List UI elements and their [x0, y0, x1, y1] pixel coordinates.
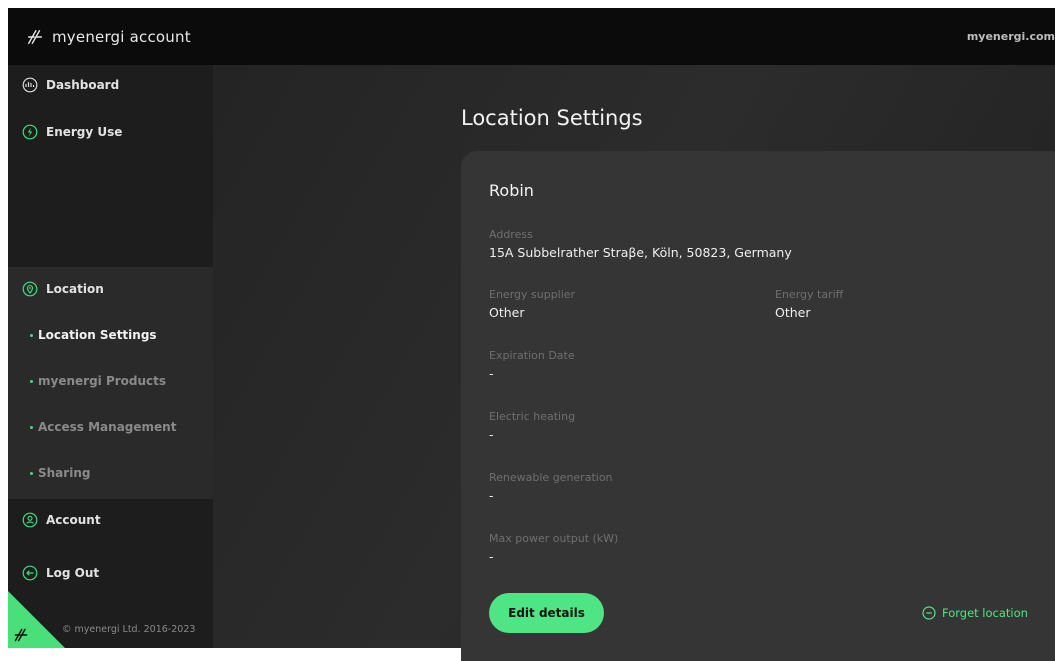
forget-location-label: Forget location — [942, 606, 1028, 620]
sidebar-item-log-out[interactable]: Log Out — [8, 565, 213, 581]
sidebar-item-label: Dashboard — [46, 78, 120, 92]
electric-heating-label: Electric heating — [489, 410, 576, 423]
forget-location-button[interactable]: Forget location — [922, 606, 1028, 620]
bullet-dot — [30, 379, 33, 383]
myenergi-logo-icon — [14, 628, 28, 642]
lightning-icon — [22, 124, 38, 140]
bullet-dot — [30, 333, 33, 337]
sidebar-subitem-myenergi-products[interactable]: myenergi Products — [30, 374, 166, 388]
sidebar-item-label: Log Out — [46, 566, 100, 580]
bullet-dot — [30, 425, 33, 429]
sidebar-item-label: Location — [46, 282, 104, 296]
copyright-text: © myenergi Ltd. 2016-2023 — [62, 624, 196, 635]
main-content: Location Settings Robin Address 15A Subb… — [213, 65, 1055, 661]
sidebar: Dashboard Energy Use Location Location S… — [8, 65, 213, 648]
sidebar-subitem-sharing[interactable]: Sharing — [30, 466, 90, 480]
location-section: Location Location Settings myenergi Prod… — [8, 267, 213, 499]
energy-tariff-value: Other — [775, 305, 811, 320]
sidebar-item-dashboard[interactable]: Dashboard — [8, 77, 213, 93]
renewable-generation-label: Renewable generation — [489, 471, 613, 484]
energy-supplier-value: Other — [489, 305, 525, 320]
energy-supplier-label: Energy supplier — [489, 288, 576, 301]
sidebar-item-location[interactable]: Location — [8, 281, 213, 297]
sidebar-subitem-location-settings[interactable]: Location Settings — [30, 328, 157, 342]
sidebar-subitem-label: myenergi Products — [38, 374, 167, 388]
expiration-date-value: - — [489, 366, 494, 381]
sidebar-item-label: Account — [46, 513, 101, 527]
sidebar-subitem-label: Sharing — [38, 466, 91, 480]
address-label: Address — [489, 228, 533, 241]
location-card: Robin Address 15A Subbelrather Straβe, K… — [461, 151, 1055, 661]
location-pin-icon — [22, 281, 38, 297]
sidebar-item-energy-use[interactable]: Energy Use — [8, 124, 213, 140]
location-name: Robin — [489, 181, 534, 200]
energy-tariff-label: Energy tariff — [775, 288, 844, 301]
brand[interactable]: myenergi account — [26, 28, 191, 46]
electric-heating-value: - — [489, 427, 494, 442]
site-link[interactable]: myenergi.com — [967, 30, 1055, 43]
address-value: 15A Subbelrather Straβe, Köln, 50823, Ge… — [489, 245, 792, 260]
dashboard-icon — [22, 77, 38, 93]
edit-details-button[interactable]: Edit details — [489, 593, 604, 633]
brand-name: myenergi account — [52, 27, 191, 46]
sidebar-subitem-access-management[interactable]: Access Management — [30, 420, 176, 434]
minus-circle-icon — [922, 606, 936, 620]
expiration-date-label: Expiration Date — [489, 349, 575, 362]
logout-icon — [22, 565, 38, 581]
sidebar-item-label: Energy Use — [46, 125, 123, 139]
bullet-dot — [30, 471, 33, 475]
page-title: Location Settings — [461, 106, 643, 130]
max-power-output-value: - — [489, 549, 494, 564]
sidebar-item-account[interactable]: Account — [8, 512, 213, 528]
user-icon — [22, 512, 38, 528]
myenergi-logo-icon — [27, 29, 43, 44]
sidebar-subitem-label: Location Settings — [38, 328, 157, 342]
top-bar: myenergi account myenergi.com — [8, 8, 1055, 65]
sidebar-subitem-label: Access Management — [38, 420, 177, 434]
max-power-output-label: Max power output (kW) — [489, 532, 619, 545]
renewable-generation-value: - — [489, 488, 494, 503]
